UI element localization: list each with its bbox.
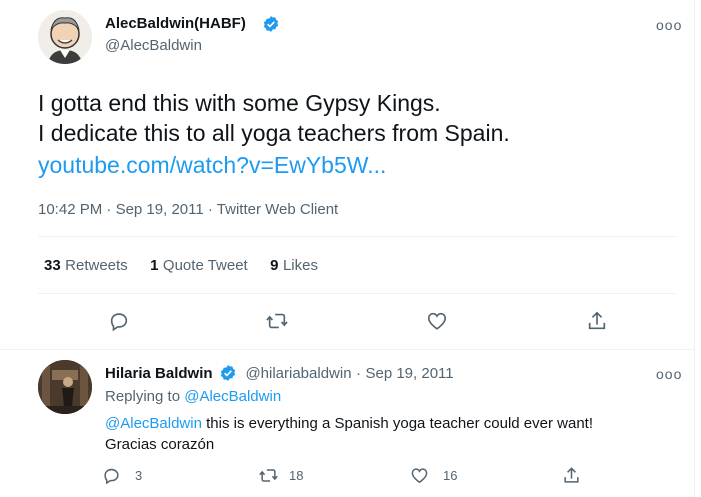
reply-share-button[interactable] [562, 466, 581, 485]
tweet-text-line-1: I gotta end this with some Gypsy Kings. [38, 90, 441, 116]
reply-icon [110, 313, 128, 332]
reply-separator: · [356, 365, 362, 383]
tweet-time[interactable]: 10:42 PM [38, 201, 102, 218]
divider [38, 236, 676, 237]
reply-retweet-button[interactable]: 18 [258, 466, 303, 485]
likes-label: Likes [282, 257, 318, 274]
reply-author-handle[interactable]: @hilariabaldwin [245, 365, 351, 382]
replying-to: Replying to @AlecBaldwin [105, 388, 281, 405]
author-handle[interactable]: @AlecBaldwin [105, 37, 202, 54]
reply-author-avatar[interactable] [38, 360, 92, 414]
reply-text-line-2: Gracias corazón [105, 436, 215, 453]
reply-mention[interactable]: @AlecBaldwin [105, 415, 202, 432]
like-icon [411, 468, 428, 484]
reply-like-button[interactable]: 16 [410, 466, 457, 485]
like-button[interactable] [421, 306, 453, 336]
reply-retweet-count: 18 [289, 468, 304, 483]
share-icon [588, 311, 606, 330]
meta-separator: · [207, 201, 213, 218]
reply-icon [104, 468, 119, 485]
replying-to-label: Replying to [105, 388, 181, 405]
quote-tweets-count: 1 [150, 257, 159, 274]
meta-separator: · [106, 201, 112, 218]
share-button[interactable] [581, 306, 613, 336]
tweet-meta: 10:42 PM · Sep 19, 2011 · Twitter Web Cl… [38, 201, 338, 218]
stats-row: 33 Retweets 1 Quote Tweet 9 Likes [44, 257, 318, 275]
retweets-count: 33 [44, 257, 61, 274]
reply-text-body: this is everything a Spanish yoga teache… [201, 415, 593, 432]
tweet-link[interactable]: youtube.com/watch?v=EwYb5W... [38, 148, 386, 182]
reply-text-line-1: @AlecBaldwin this is everything a Spanis… [105, 413, 685, 434]
tweet-frame: AlecBaldwin(HABF) @AlecBaldwin ooo I got… [0, 0, 695, 497]
divider [0, 349, 694, 350]
author-avatar[interactable] [38, 10, 92, 64]
verified-badge-icon [262, 15, 280, 38]
verified-badge-icon [219, 364, 237, 384]
retweets-stat[interactable]: 33 Retweets [44, 257, 132, 274]
reply-more-icon[interactable]: ooo [656, 366, 682, 382]
share-icon [564, 467, 579, 483]
reply-author-name[interactable]: Hilaria Baldwin [105, 365, 213, 382]
reply-reply-count: 3 [135, 468, 143, 483]
tweet-date[interactable]: Sep 19, 2011 [116, 201, 204, 218]
likes-count: 9 [270, 257, 279, 274]
reply-like-count: 16 [443, 468, 458, 483]
like-icon [427, 312, 447, 330]
retweets-label: Retweets [65, 257, 128, 274]
quote-tweets-stat[interactable]: 1 Quote Tweet [150, 257, 252, 274]
retweet-icon [266, 313, 288, 329]
reply-text: @AlecBaldwin this is everything a Spanis… [105, 413, 685, 455]
more-icon[interactable]: ooo [656, 17, 682, 33]
retweet-button[interactable] [261, 306, 293, 336]
likes-stat[interactable]: 9 Likes [270, 257, 318, 274]
reply-button[interactable] [103, 306, 135, 336]
tweet-text-line-2: I dedicate this to all yoga teachers fro… [38, 120, 510, 146]
quote-tweets-label: Quote Tweet [162, 257, 248, 274]
author-name[interactable]: AlecBaldwin(HABF) [105, 15, 246, 32]
tweet-client[interactable]: Twitter Web Client [217, 201, 338, 218]
reply-header: Hilaria Baldwin @hilariabaldwin · Sep 19… [105, 364, 454, 384]
retweet-icon [259, 469, 278, 482]
divider [38, 293, 676, 294]
replying-to-handle[interactable]: @AlecBaldwin [184, 388, 281, 405]
reply-date[interactable]: Sep 19, 2011 [365, 365, 453, 382]
reply-reply-button[interactable]: 3 [102, 466, 142, 485]
